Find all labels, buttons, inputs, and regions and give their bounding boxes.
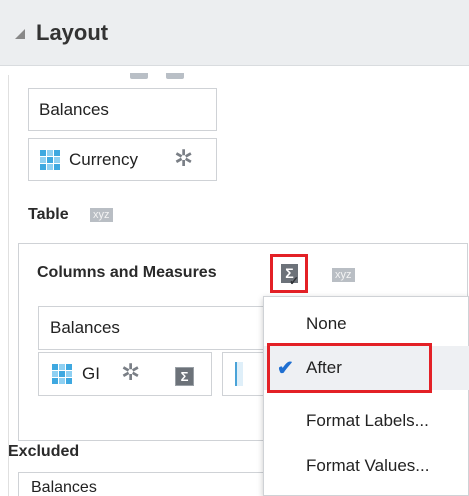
column-grid-icon <box>40 150 60 170</box>
totals-dropdown-menu: None ✔ After Format Labels... Format Val… <box>263 296 469 496</box>
table-section-label: Table <box>28 206 69 223</box>
sigma-icon[interactable]: Σ <box>175 367 194 386</box>
gear-icon[interactable]: ✲ <box>121 361 140 384</box>
balances-drop-cell[interactable]: Balances <box>38 306 278 350</box>
section-divider <box>8 75 9 496</box>
collapse-triangle-icon[interactable] <box>15 29 25 39</box>
toolbar-icon[interactable] <box>130 73 148 79</box>
panel-title: Layout <box>36 20 109 45</box>
columns-measures-label: Columns and Measures <box>37 264 217 281</box>
xyz-badge[interactable]: xyz <box>90 208 113 222</box>
menu-item-format-labels[interactable]: Format Labels... <box>264 399 469 443</box>
balances-label: Balances <box>39 99 109 119</box>
balances-label: Balances <box>50 318 120 337</box>
totals-button[interactable]: Σ ✓ <box>270 254 308 293</box>
balances-drop-cell[interactable]: Balances <box>28 88 217 131</box>
layout-panel-header[interactable]: Layout <box>0 0 469 66</box>
gear-icon[interactable]: ✲ <box>174 147 193 170</box>
excluded-balances-label: Balances <box>31 479 97 496</box>
check-overlay-icon: ✓ <box>289 274 300 288</box>
menu-item-none[interactable]: None <box>264 302 469 346</box>
xyz-badge[interactable]: xyz <box>332 268 355 282</box>
gl-label: GI <box>82 364 100 383</box>
excluded-section-label: Excluded <box>8 443 80 460</box>
highlight-box <box>267 343 432 393</box>
menu-item-format-values[interactable]: Format Values... <box>264 444 469 488</box>
currency-drop-cell[interactable]: Currency ✲ <box>28 138 217 181</box>
toolbar-icons-partial <box>130 66 202 79</box>
excluded-drop-box[interactable]: Balances <box>18 472 268 496</box>
currency-label: Currency <box>69 149 138 169</box>
measure-ruler-icon <box>235 362 243 386</box>
column-grid-icon <box>52 364 72 384</box>
toolbar-icon[interactable] <box>166 73 184 79</box>
gl-drop-cell[interactable]: GI ✲ Σ <box>38 352 212 396</box>
